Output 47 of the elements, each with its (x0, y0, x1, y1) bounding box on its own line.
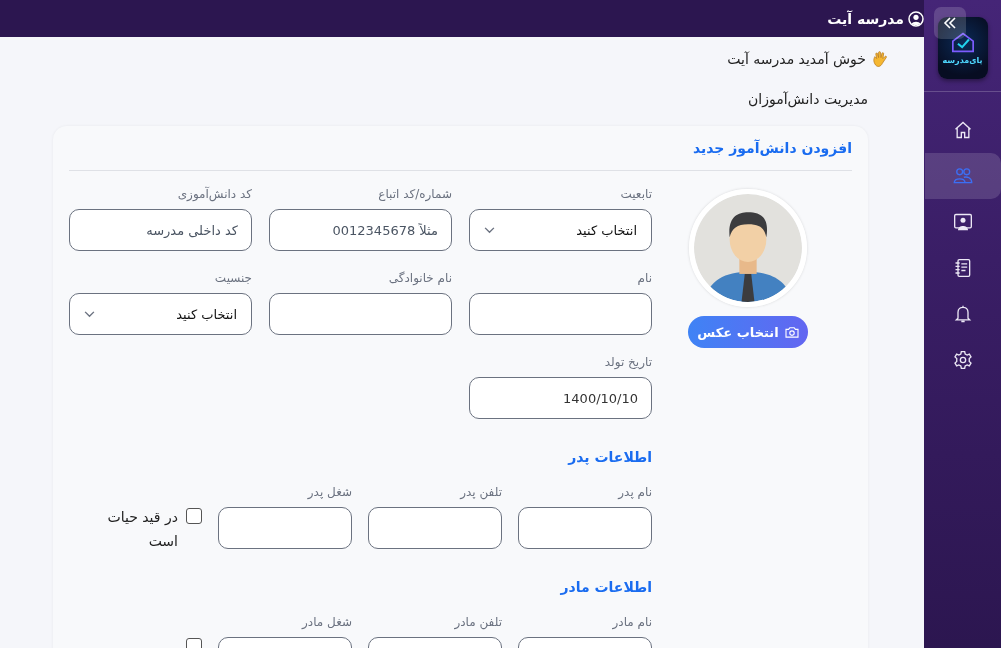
field-label: کد دانش‌آموزی (177, 187, 252, 203)
select-field[interactable]: انتخاب کنید (69, 293, 252, 335)
field-label: نام مادر (612, 615, 652, 631)
camera-icon (784, 326, 799, 338)
user-circle-icon (908, 10, 924, 27)
welcome-text: خوش آمدید مدرسه آیت (727, 51, 866, 67)
waving-hand-icon (871, 49, 890, 69)
settings-icon (953, 350, 973, 370)
bell-icon (953, 304, 973, 324)
house-check-icon (949, 31, 976, 53)
input-field[interactable]: کد داخلی مدرسه (69, 209, 252, 251)
input-field[interactable] (368, 507, 502, 549)
home-icon (953, 120, 973, 140)
page-title: مدیریت دانش‌آموزان (747, 91, 868, 110)
field-label: شماره/کد اتباع (378, 187, 452, 203)
logo-text: پای‌مدرسه (942, 56, 983, 65)
chevron-down-icon (84, 310, 95, 318)
double-chevron-icon (942, 15, 958, 31)
field-label: جنسیت (214, 271, 252, 287)
collapse-button[interactable] (934, 7, 966, 39)
chevron-down-icon (484, 226, 495, 234)
input-field[interactable] (218, 507, 352, 549)
input-field[interactable] (518, 507, 652, 549)
field-label: شغل پدر (307, 485, 352, 501)
person-board-icon (953, 212, 973, 232)
section-title: اطلاعات پدر (566, 449, 652, 467)
input-field[interactable]: مثلاً 0012345678 (269, 209, 452, 251)
field-label: تلفن پدر (460, 485, 502, 501)
field-label: تلفن مادر (454, 615, 502, 631)
form-title: افزودن دانش‌آموز جدید (691, 140, 852, 159)
field-label: تاریخ تولد (604, 355, 652, 371)
notebook-icon (953, 258, 973, 278)
field-label: نام خانوادگی (388, 271, 452, 287)
users-icon (953, 166, 973, 186)
school-name: مدرسه آیت (827, 10, 904, 27)
checkbox-label: در قید حیات است (106, 508, 178, 551)
field-label: نام (637, 271, 652, 287)
field-label: تابعیت (620, 187, 652, 203)
select-field[interactable]: انتخاب کنید (469, 209, 652, 251)
choose-photo-button[interactable]: انتخاب عکس (688, 316, 808, 348)
input-field[interactable] (269, 293, 452, 335)
input-field[interactable] (469, 293, 652, 335)
checkbox[interactable] (186, 508, 202, 524)
section-title: اطلاعات مادر (559, 579, 652, 597)
field-label: نام پدر (618, 485, 652, 501)
input-field[interactable]: 1400/10/10 (469, 377, 652, 419)
field-label: شغل مادر (302, 615, 352, 631)
